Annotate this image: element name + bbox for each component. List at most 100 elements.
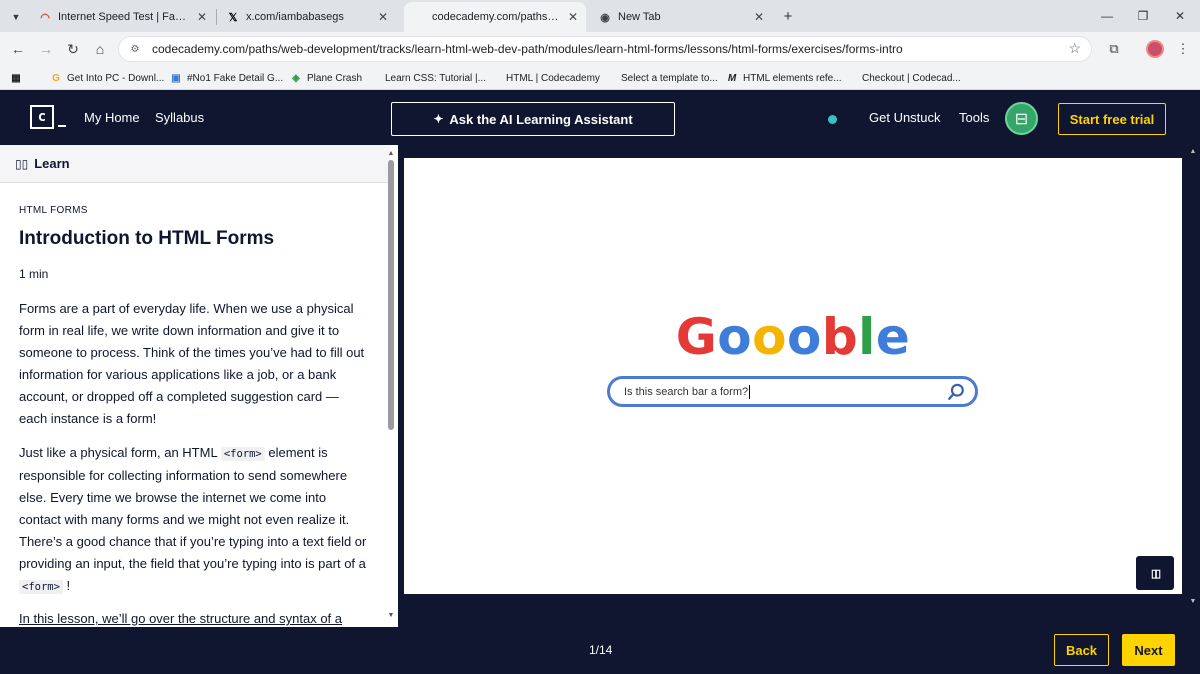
lesson-paragraph: Forms are a part of everyday life. When … xyxy=(19,301,365,426)
bookmark-label: Get Into PC - Downl... xyxy=(67,72,165,84)
profile-avatar[interactable] xyxy=(1146,40,1164,58)
ai-assistant-label: Ask the AI Learning Assistant xyxy=(449,111,633,127)
apps-grid-icon[interactable]: ▦ xyxy=(10,70,27,86)
bookmark-item[interactable]: HTML | Codecademy xyxy=(506,70,600,86)
tab-codecademy[interactable]: codecademy.com/paths/web-d ✕ xyxy=(404,2,586,32)
pause-animation-button[interactable]: ▯▯ xyxy=(1136,556,1174,590)
tab-title: codecademy.com/paths/web-d xyxy=(432,11,560,23)
preview-scroll-down-icon[interactable]: ▼ xyxy=(1188,598,1198,606)
text-caret xyxy=(749,384,751,399)
logo-letter: o xyxy=(717,308,753,366)
scroll-up-icon[interactable]: ▲ xyxy=(386,150,396,158)
start-free-trial-button[interactable]: Start free trial xyxy=(1058,103,1166,135)
home-icon[interactable]: ⌂ xyxy=(90,39,110,59)
search-input[interactable]: Is this search bar a form? xyxy=(607,376,978,407)
nav-my-home[interactable]: My Home xyxy=(84,110,140,125)
tab-title: New Tab xyxy=(618,11,661,23)
text-run: ! xyxy=(62,578,71,593)
restore-icon[interactable]: ❐ xyxy=(1133,6,1153,26)
inline-code: <form> xyxy=(220,447,265,461)
bookmark-label: Learn CSS: Tutorial |... xyxy=(385,72,486,84)
bookmark-label: Select a template to... xyxy=(621,72,718,84)
x-icon: 𝕏 xyxy=(228,11,238,24)
bookmarks-bar: ▦ G Get Into PC - Downl... ▣ #No1 Fake D… xyxy=(0,66,1200,90)
search-value: Is this search bar a form? xyxy=(624,385,749,398)
scroll-thumb[interactable] xyxy=(388,160,394,430)
search-icon[interactable] xyxy=(947,383,965,401)
close-icon[interactable]: ✕ xyxy=(568,10,578,24)
logo-letter: G xyxy=(675,308,718,366)
next-button[interactable]: Next xyxy=(1122,634,1175,666)
bookmark-item[interactable]: G Get Into PC - Downl... xyxy=(50,70,164,86)
fake-detail-icon: ▣ xyxy=(171,72,181,84)
logo-letter: e xyxy=(875,308,911,366)
bookmark-label: #No1 Fake Detail G... xyxy=(187,72,284,84)
codecademy-header: c My Home Syllabus ✦ Ask the AI Learning… xyxy=(0,90,1200,145)
sparkle-icon: ✦ xyxy=(433,112,444,126)
codecademy-logo[interactable]: c xyxy=(30,105,54,129)
lesson-panel: ▯▯ Learn HTML FORMS Introduction to HTML… xyxy=(0,145,398,627)
back-arrow-icon[interactable]: ← xyxy=(8,39,28,59)
logo-letter: o xyxy=(752,308,788,366)
bookmark-item[interactable]: ◈ Plane Crash xyxy=(290,70,362,86)
bookmark-star-icon[interactable]: ☆ xyxy=(1068,40,1081,57)
text-run: Just like a physical form, an HTML xyxy=(19,445,221,460)
extensions-icon[interactable]: ⧉ xyxy=(1105,40,1123,58)
address-bar-row: ← → ↻ ⌂ ⚙ codecademy.com/paths/web-devel… xyxy=(0,32,1200,66)
reload-icon[interactable]: ↻ xyxy=(63,39,83,59)
tab-separator xyxy=(216,9,217,25)
minimize-icon[interactable]: — xyxy=(1097,6,1117,26)
tab-fast-com[interactable]: ◠ Internet Speed Test | Fast.com ✕ xyxy=(30,4,215,30)
bookmark-item[interactable]: Learn CSS: Tutorial |... xyxy=(385,70,486,86)
logo-underscore xyxy=(58,125,66,127)
lesson-title: Introduction to HTML Forms xyxy=(19,228,275,249)
bookmark-item[interactable]: Checkout | Codecad... xyxy=(862,70,961,86)
nav-syllabus[interactable]: Syllabus xyxy=(155,110,204,125)
learn-tab[interactable]: ▯▯ Learn xyxy=(0,145,390,183)
back-button[interactable]: Back xyxy=(1054,634,1109,666)
tab-new-tab[interactable]: ◉ New Tab ✕ xyxy=(590,4,772,30)
ai-assistant-button[interactable]: ✦ Ask the AI Learning Assistant xyxy=(391,102,675,136)
url-text[interactable]: codecademy.com/paths/web-development/tra… xyxy=(152,42,903,56)
lesson-paragraph: Just like a physical form, an HTML <form… xyxy=(19,442,369,598)
tab-title: Internet Speed Test | Fast.com xyxy=(58,11,189,23)
progress-indicator: 1/14 xyxy=(589,643,613,657)
browser-tab-bar: ▼ ◠ Internet Speed Test | Fast.com ✕ 𝕏 x… xyxy=(0,0,1200,32)
window-close-icon[interactable]: ✕ xyxy=(1170,6,1190,26)
status-dot xyxy=(828,115,837,124)
codecademy-icon xyxy=(412,10,426,24)
grid-icon: ▦ xyxy=(11,72,21,84)
lesson-paragraph: In this lesson, we’ll go over the struct… xyxy=(19,611,343,626)
tab-search-dropdown-icon[interactable]: ▼ xyxy=(6,7,26,27)
logo-letter: l xyxy=(858,308,876,366)
lesson-scrollbar[interactable]: ▲ ▼ xyxy=(386,150,396,620)
close-icon[interactable]: ✕ xyxy=(197,10,207,24)
chrome-icon: ◉ xyxy=(600,11,610,24)
book-icon: ▯▯ xyxy=(15,156,29,171)
tab-title: x.com/iambabasegs xyxy=(246,11,344,23)
bookmark-item[interactable]: M HTML elements refe... xyxy=(726,70,842,86)
get-unstuck-button[interactable]: Get Unstuck xyxy=(869,110,941,125)
bookmark-label: Checkout | Codecad... xyxy=(862,72,961,84)
tab-x-com[interactable]: 𝕏 x.com/iambabasegs ✕ xyxy=(218,4,396,30)
text-run: element is responsible for collecting in… xyxy=(19,445,367,571)
user-avatar[interactable]: ⊟ xyxy=(1005,102,1038,135)
preview-scroll-up-icon[interactable]: ▲ xyxy=(1188,148,1198,156)
logo-letter: o xyxy=(787,308,822,366)
gooble-logo: Goooble xyxy=(404,308,1182,366)
site-info-icon[interactable]: ⚙ xyxy=(124,38,146,60)
logo-letter: b xyxy=(821,308,859,366)
forward-arrow-icon[interactable]: → xyxy=(36,39,56,59)
scroll-down-icon[interactable]: ▼ xyxy=(386,612,396,620)
menu-kebab-icon[interactable]: ⋮ xyxy=(1174,40,1192,58)
lesson-kicker: HTML FORMS xyxy=(19,205,88,216)
browser-preview: Goooble Is this search bar a form? xyxy=(404,158,1182,594)
bookmark-item[interactable]: ▣ #No1 Fake Detail G... xyxy=(170,70,283,86)
bookmark-item[interactable]: Select a template to... xyxy=(621,70,718,86)
url-bar[interactable]: ⚙ codecademy.com/paths/web-development/t… xyxy=(118,36,1092,62)
new-tab-icon[interactable]: + xyxy=(778,6,798,26)
close-icon[interactable]: ✕ xyxy=(378,10,388,24)
tools-button[interactable]: Tools xyxy=(959,110,989,125)
close-icon[interactable]: ✕ xyxy=(754,10,764,24)
google-icon: G xyxy=(52,72,60,84)
